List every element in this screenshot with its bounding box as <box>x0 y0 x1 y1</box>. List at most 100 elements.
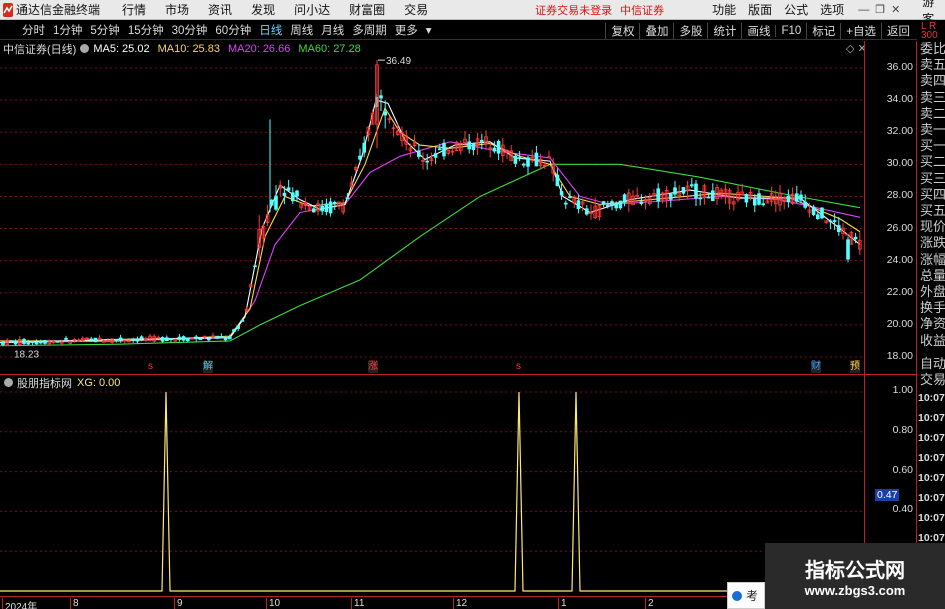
price-tick: 32.00 <box>886 125 913 138</box>
tool-back[interactable]: 返回 <box>881 22 915 39</box>
settings-circle-icon[interactable] <box>80 44 90 53</box>
candle-body <box>681 187 686 194</box>
period-more[interactable]: 更多 <box>391 22 422 38</box>
candle-body <box>526 157 530 167</box>
quote-field-label[interactable]: 现价 <box>917 219 945 235</box>
quote-field-label[interactable]: 自动 <box>917 356 945 372</box>
tool-mark[interactable]: 标记 <box>806 22 840 39</box>
event-marker[interactable]: 涨 <box>368 361 378 373</box>
candle-body <box>585 208 589 215</box>
period-daily[interactable]: 日线 <box>255 22 286 38</box>
close-icon[interactable]: ✕ <box>891 3 900 17</box>
quote-field-label[interactable]: 买五 <box>917 203 945 219</box>
period-monthly[interactable]: 月线 <box>317 22 348 38</box>
menu-ask[interactable]: 问小达 <box>294 1 330 18</box>
quote-field-label[interactable]: 卖一 <box>917 122 945 138</box>
quote-field-label[interactable]: 买二 <box>917 154 945 170</box>
candle-body <box>761 203 765 206</box>
quote-field-label[interactable]: 卖四 <box>917 73 945 89</box>
menu-discover[interactable]: 发现 <box>251 1 275 18</box>
quote-field-label[interactable]: 涨跌 <box>917 235 945 251</box>
menu-layout[interactable]: 版面 <box>748 1 772 18</box>
quote-field-label[interactable]: 委比 <box>917 41 945 57</box>
candle-body <box>757 193 761 205</box>
more-chevron-icon[interactable]: ▾ <box>422 23 436 37</box>
quote-field-label[interactable]: 涨幅 <box>917 252 945 268</box>
candle-body <box>131 339 136 341</box>
quote-field-label[interactable]: 总量 <box>917 268 945 284</box>
event-marker[interactable]: 预 <box>850 361 860 373</box>
price-tick: 20.00 <box>886 317 913 330</box>
indicator-chart[interactable] <box>0 375 864 595</box>
app-logo-icon <box>3 2 13 17</box>
event-marker[interactable]: 财 <box>811 361 821 373</box>
quote-field-label[interactable]: 卖三 <box>917 90 945 106</box>
candle-body <box>606 204 610 207</box>
quote-field-label[interactable]: 净资 <box>917 316 945 332</box>
candle-body <box>345 197 350 200</box>
period-multi[interactable]: 多周期 <box>348 22 391 38</box>
event-marker[interactable]: s <box>148 361 153 373</box>
period-weekly[interactable]: 周线 <box>286 22 317 38</box>
tool-draw[interactable]: 画线 <box>741 22 775 39</box>
menu-market[interactable]: 市场 <box>165 1 189 18</box>
menu-trade[interactable]: 交易 <box>404 1 428 18</box>
quote-field-label[interactable]: 收益 <box>917 333 945 349</box>
candle-body <box>185 337 190 342</box>
tool-stats[interactable]: 统计 <box>707 22 741 39</box>
candle-body <box>853 236 858 240</box>
menu-quotes[interactable]: 行情 <box>122 1 146 18</box>
quote-field-label[interactable]: 交易 <box>917 372 945 388</box>
period-15min[interactable]: 15分钟 <box>124 22 168 38</box>
candle-body <box>669 193 673 200</box>
broker-name[interactable]: 中信证券 <box>620 2 664 18</box>
quote-field-label[interactable]: 外盘 <box>917 284 945 300</box>
ma20-line <box>0 141 861 344</box>
minimize-icon[interactable]: — <box>858 3 869 17</box>
watermark-title: 指标公式网 <box>805 560 905 582</box>
event-marker[interactable]: s <box>516 361 521 373</box>
period-1min[interactable]: 1分钟 <box>49 22 86 38</box>
tool-f10[interactable]: F10 <box>775 24 806 37</box>
login-notice[interactable]: 证券交易未登录 <box>535 2 612 18</box>
tool-add-watch[interactable]: +自选 <box>840 22 881 39</box>
candle-body <box>194 336 199 339</box>
period-60min[interactable]: 60分钟 <box>211 22 255 38</box>
menu-function[interactable]: 功能 <box>712 1 736 18</box>
candle-body <box>513 155 518 164</box>
indicator-circle-icon[interactable] <box>4 378 13 387</box>
period-toolbar: 分时 1分钟 5分钟 15分钟 30分钟 60分钟 日线 周线 月线 多周期 更… <box>0 21 945 40</box>
menu-formula[interactable]: 公式 <box>784 1 808 18</box>
candle-body <box>232 329 236 332</box>
tool-adjust[interactable]: 复权 <box>605 22 639 39</box>
date-tick: 2024年 <box>2 598 37 609</box>
candle-body <box>1 341 5 346</box>
tool-multi[interactable]: 多股 <box>673 22 707 39</box>
candle-body <box>22 338 26 345</box>
candle-body <box>236 325 241 329</box>
ma20-label: MA20: 26.66 <box>227 42 291 55</box>
candle-body <box>517 157 522 159</box>
price-tick: 34.00 <box>886 93 913 106</box>
popup-notice[interactable]: 考 <box>727 582 765 609</box>
quote-field-label[interactable]: 卖二 <box>917 106 945 122</box>
candle-body <box>534 152 539 167</box>
menu-news[interactable]: 资讯 <box>208 1 232 18</box>
price-chart[interactable]: 36.49 18.23 <box>0 41 864 374</box>
quote-field-label[interactable]: 买三 <box>917 171 945 187</box>
popup-text: 考 <box>746 589 759 603</box>
quote-field-label[interactable]: 买一 <box>917 138 945 154</box>
menu-options[interactable]: 选项 <box>820 1 844 18</box>
candle-body <box>744 194 749 203</box>
quote-field-label[interactable]: 买四 <box>917 187 945 203</box>
menu-wealth[interactable]: 财富圈 <box>349 1 385 18</box>
maximize-icon[interactable]: ❐ <box>875 3 885 17</box>
candle-body <box>358 155 362 160</box>
period-30min[interactable]: 30分钟 <box>168 22 212 38</box>
period-5min[interactable]: 5分钟 <box>86 22 123 38</box>
tool-overlay[interactable]: 叠加 <box>639 22 673 39</box>
period-intraday[interactable]: 分时 <box>0 22 49 38</box>
quote-field-label[interactable]: 换手 <box>917 300 945 316</box>
quote-field-label[interactable]: 卖五 <box>917 57 945 73</box>
event-marker[interactable]: 解 <box>203 361 213 373</box>
